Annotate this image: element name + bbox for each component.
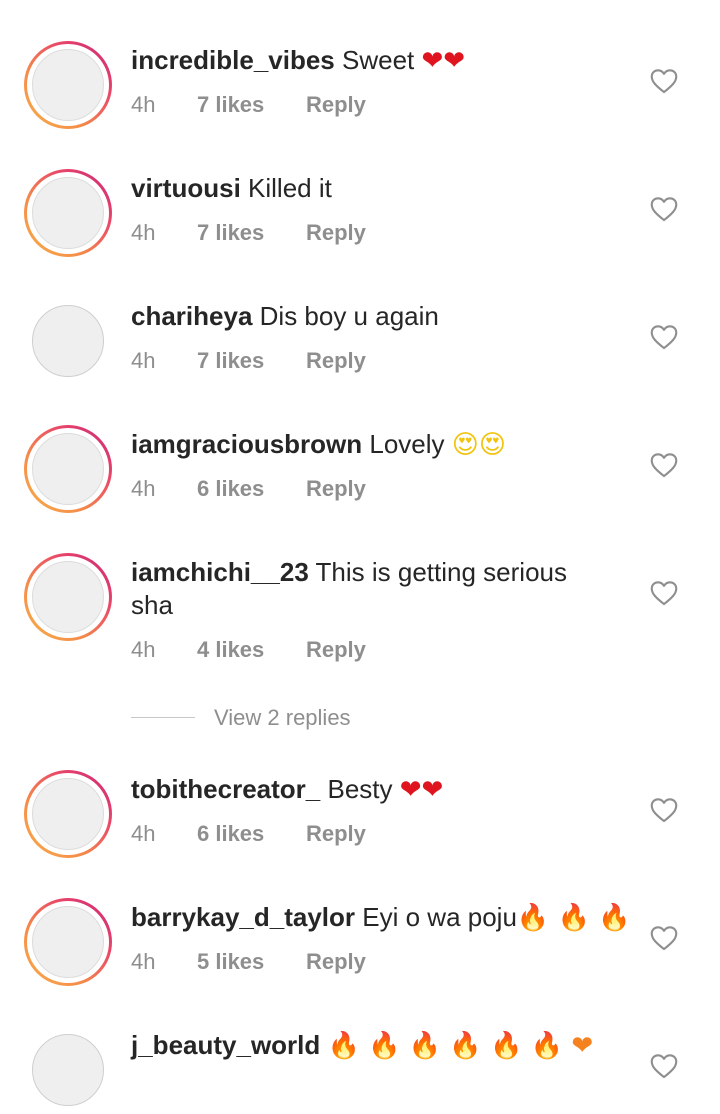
fire-emoji: 🔥 🔥 🔥 🔥 🔥 🔥 ❤ [327,1031,594,1061]
replies-divider [131,717,195,718]
timestamp: 4h [131,92,156,117]
comment-body: Lovely [369,429,445,459]
comment-text: iamchichi__23 This is getting serious sh… [131,556,601,622]
view-replies-link[interactable]: View 2 replies [214,705,351,731]
reply-button[interactable]: Reply [306,348,366,374]
timestamp: 4h [131,348,156,373]
avatar[interactable] [24,1026,112,1114]
fire-emoji: 🔥 🔥 🔥 [516,903,631,933]
avatar[interactable] [24,41,112,129]
reply-button[interactable]: Reply [306,476,366,502]
comment-text: iamgraciousbrown Lovely 😍😍 [131,428,611,462]
comment-text: j_beauty_world 🔥 🔥 🔥 🔥 🔥 🔥 ❤ [131,1029,611,1063]
avatar[interactable] [24,297,112,385]
likes-count[interactable]: 6 likes [197,821,306,847]
heart-outline-icon[interactable] [650,324,678,350]
likes-count[interactable]: 6 likes [197,476,306,502]
reply-button[interactable]: Reply [306,949,366,975]
comment-text: tobithecreator_ Besty ❤❤ [131,773,611,807]
heart-eyes-emoji: 😍😍 [451,430,506,460]
username[interactable]: tobithecreator_ [131,774,320,804]
username[interactable]: incredible_vibes [131,45,335,75]
avatar[interactable] [24,425,112,513]
comment-text: chariheya Dis boy u again [131,300,611,333]
reply-button[interactable]: Reply [306,637,366,663]
likes-count[interactable]: 4 likes [197,637,306,663]
comment-meta: 4h 5 likes Reply [131,949,366,975]
comment-text: virtuousi Killed it [131,172,611,205]
reply-button[interactable]: Reply [306,821,366,847]
comment-meta: 4h 4 likes Reply [131,637,366,663]
username[interactable]: j_beauty_world [131,1030,320,1060]
timestamp: 4h [131,821,156,846]
avatar[interactable] [24,898,112,986]
comment-body: Eyi o wa poju [362,902,517,932]
avatar[interactable] [24,553,112,641]
reply-button[interactable]: Reply [306,92,366,118]
comment-meta: 4h 7 likes Reply [131,220,366,246]
timestamp: 4h [131,220,156,245]
heart-outline-icon[interactable] [650,196,678,222]
heart-outline-icon[interactable] [650,925,678,951]
comment-body: Sweet [342,45,415,75]
comment-meta: 4h 7 likes Reply [131,348,366,374]
comment-meta: 4h 6 likes Reply [131,821,366,847]
comment-body: Dis boy u again [259,301,439,331]
username[interactable]: virtuousi [131,173,241,203]
comment-body: Killed it [248,173,332,203]
avatar[interactable] [24,770,112,858]
heart-emoji: ❤❤ [421,46,466,76]
heart-outline-icon[interactable] [650,797,678,823]
comment-text: barrykay_d_taylor Eyi o wa poju🔥 🔥 🔥 [131,901,631,935]
likes-count[interactable]: 7 likes [197,220,306,246]
avatar[interactable] [24,169,112,257]
timestamp: 4h [131,949,156,974]
timestamp: 4h [131,637,156,662]
timestamp: 4h [131,476,156,501]
username[interactable]: iamgraciousbrown [131,429,362,459]
reply-button[interactable]: Reply [306,220,366,246]
comment-body: Besty [327,774,393,804]
username[interactable]: iamchichi__23 [131,557,309,587]
comment-meta: 4h 6 likes Reply [131,476,366,502]
likes-count[interactable]: 7 likes [197,348,306,374]
heart-outline-icon[interactable] [650,452,678,478]
heart-outline-icon[interactable] [650,1053,678,1079]
likes-count[interactable]: 7 likes [197,92,306,118]
heart-emoji: ❤❤ [399,775,444,805]
comment-text: incredible_vibes Sweet ❤❤ [131,44,611,78]
username[interactable]: barrykay_d_taylor [131,902,355,932]
heart-outline-icon[interactable] [650,580,678,606]
username[interactable]: chariheya [131,301,252,331]
comment-meta: 4h 7 likes Reply [131,92,366,118]
heart-outline-icon[interactable] [650,68,678,94]
likes-count[interactable]: 5 likes [197,949,306,975]
